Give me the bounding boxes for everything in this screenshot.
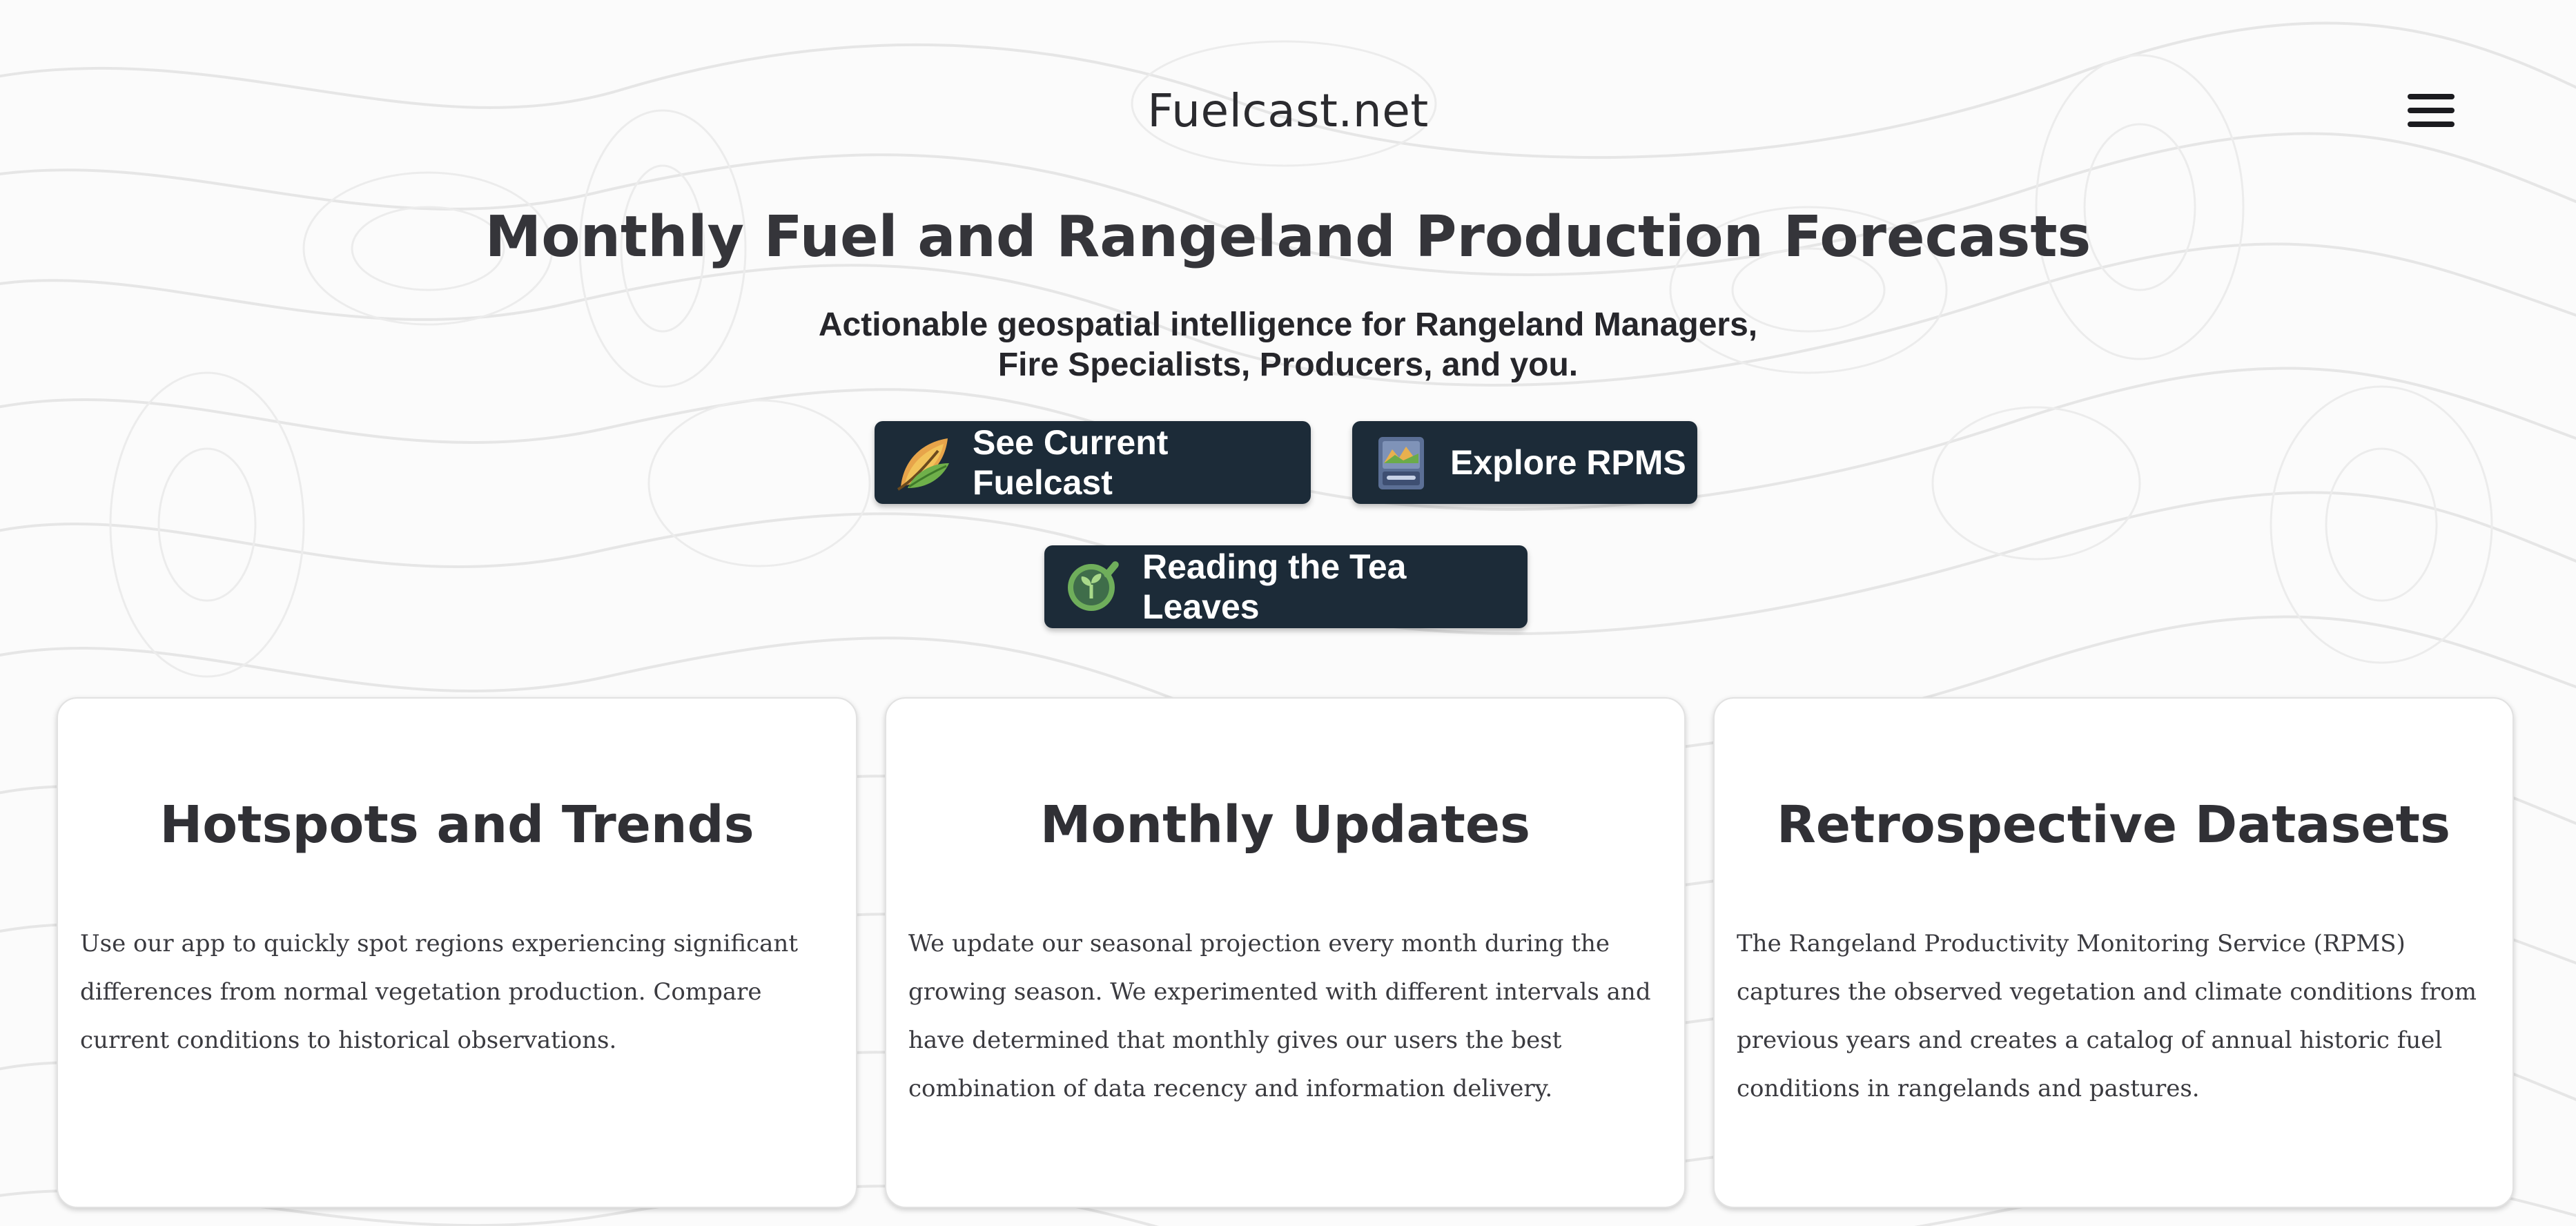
page-title: Monthly Fuel and Rangeland Production Fo… [485,204,2091,270]
feature-card-monthly-updates: Monthly Updates We update our seasonal p… [885,697,1686,1208]
card-title: Hotspots and Trends [159,795,754,855]
feature-card-hotspots: Hotspots and Trends Use our app to quick… [57,697,857,1208]
reading-the-tea-leaves-button[interactable]: Reading the Tea Leaves [1044,545,1528,628]
card-text: We update our seasonal projection every … [908,930,1651,1102]
menu-bar [2408,108,2455,113]
card-title: Monthly Updates [1040,795,1531,855]
button-label: Explore RPMS [1450,443,1686,482]
leaf-icon [897,438,949,491]
hamburger-menu-icon[interactable] [2403,91,2459,133]
feature-card-retrospective-datasets: Retrospective Datasets The Rangeland Pro… [1713,697,2514,1208]
site-title[interactable]: Fuelcast.net [0,84,2576,137]
explore-rpms-button[interactable]: Explore RPMS [1352,421,1697,504]
page-subtitle: Actionable geospatial intelligence for R… [818,306,1758,383]
menu-bar [2408,94,2455,99]
sprout-magnifier-icon [1068,561,1119,611]
button-label: Reading the Tea Leaves [1142,547,1407,626]
button-label: See Current Fuelcast [973,423,1169,502]
see-current-fuelcast-button[interactable]: See Current Fuelcast [875,421,1311,504]
card-title: Retrospective Datasets [1776,795,2451,855]
card-text: The Rangeland Productivity Monitoring Se… [1737,930,2477,1102]
page: Fuelcast.net Monthly Fuel and Rangeland … [0,0,2576,1226]
folder-map-icon [1378,437,1424,489]
card-text: Use our app to quickly spot regions expe… [80,930,798,1054]
menu-bar [2408,121,2455,127]
